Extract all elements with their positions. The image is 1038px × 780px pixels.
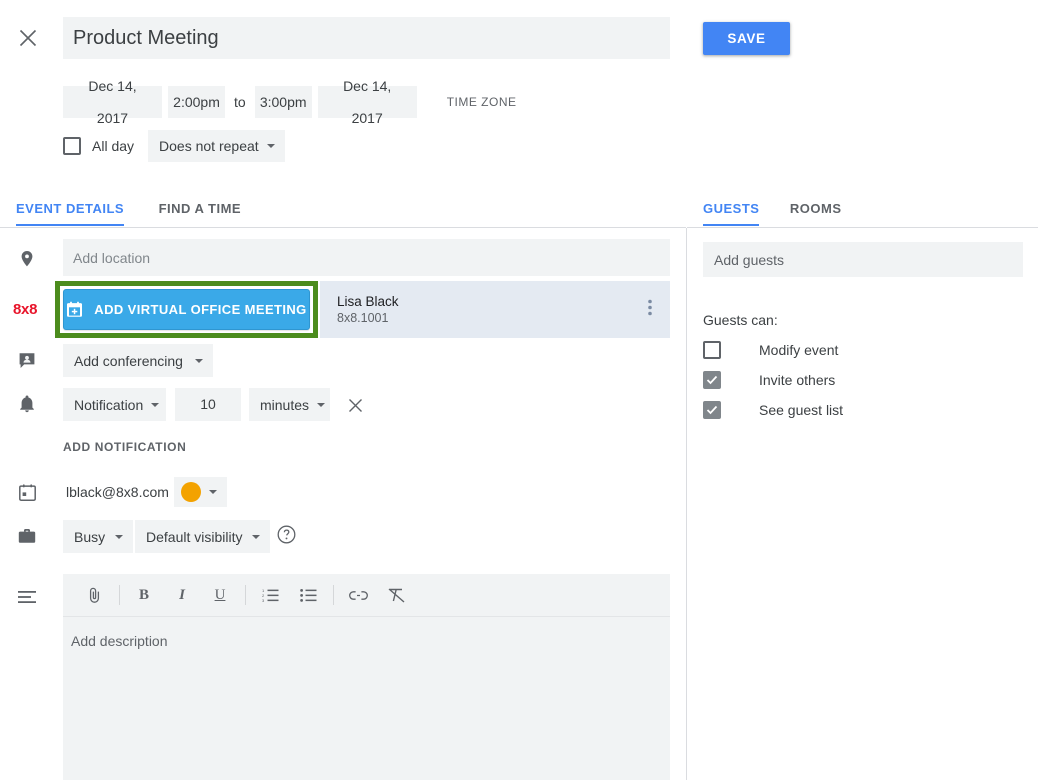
- underline-icon[interactable]: U: [205, 580, 235, 610]
- end-time-field[interactable]: 3:00pm: [255, 86, 312, 118]
- modify-event-label: Modify event: [759, 342, 838, 358]
- event-color-dropdown[interactable]: [174, 477, 227, 507]
- calendar-icon: [16, 481, 38, 503]
- start-date-field[interactable]: Dec 14, 2017: [63, 86, 162, 118]
- location-pin-icon: [16, 248, 38, 270]
- permission-modify-event-row[interactable]: Modify event: [703, 341, 838, 359]
- tab-find-a-time[interactable]: FIND A TIME: [159, 201, 242, 226]
- brand-8x8-logo: 8x8: [13, 301, 37, 318]
- description-toolbar: B I U 1 2 3: [63, 574, 670, 617]
- to-label: to: [225, 94, 255, 110]
- virtual-office-button-label: ADD VIRTUAL OFFICE MEETING: [94, 302, 306, 317]
- clear-formatting-icon[interactable]: [381, 580, 411, 610]
- all-day-label: All day: [92, 138, 134, 154]
- availability-dropdown[interactable]: Busy: [63, 520, 133, 553]
- description-icon: [16, 586, 38, 608]
- bell-icon: [16, 393, 38, 415]
- tab-guests[interactable]: GUESTS: [703, 201, 759, 226]
- notification-type-dropdown[interactable]: Notification: [63, 388, 166, 421]
- chevron-down-icon: [317, 403, 325, 407]
- calendar-owner-email: lblack@8x8.com: [66, 484, 169, 500]
- conferencing-value: Add conferencing: [74, 353, 183, 369]
- add-guests-input[interactable]: [703, 242, 1023, 277]
- toolbar-divider: [333, 585, 334, 605]
- time-zone-button[interactable]: TIME ZONE: [447, 95, 517, 109]
- datetime-row: Dec 14, 2017 2:00pm to 3:00pm Dec 14, 20…: [63, 86, 517, 118]
- chevron-down-icon: [151, 403, 159, 407]
- recurrence-dropdown[interactable]: Does not repeat: [148, 130, 285, 162]
- bold-icon[interactable]: B: [129, 580, 159, 610]
- toolbar-divider: [245, 585, 246, 605]
- contact-name: Lisa Black: [337, 293, 399, 310]
- visibility-value: Default visibility: [146, 529, 242, 545]
- end-date-field[interactable]: Dec 14, 2017: [318, 86, 417, 118]
- contact-overflow-menu-icon[interactable]: [648, 298, 652, 321]
- availability-value: Busy: [74, 529, 105, 545]
- permission-see-guest-list-row[interactable]: See guest list: [703, 401, 843, 419]
- add-virtual-office-meeting-button[interactable]: ADD VIRTUAL OFFICE MEETING: [63, 289, 310, 330]
- guests-panel: Guests can: Modify event Invite others S…: [687, 228, 1038, 780]
- contact-extension: 8x8.1001: [337, 310, 399, 327]
- location-input[interactable]: [63, 239, 670, 276]
- invite-others-label: Invite others: [759, 372, 835, 388]
- event-color-swatch: [181, 482, 201, 502]
- toolbar-divider: [119, 585, 120, 605]
- permission-invite-others-row[interactable]: Invite others: [703, 371, 835, 389]
- invite-others-checkbox[interactable]: [703, 371, 721, 389]
- chevron-down-icon: [209, 490, 217, 494]
- conferencing-icon: [16, 350, 38, 372]
- italic-icon[interactable]: I: [167, 580, 197, 610]
- description-editor: B I U 1 2 3: [63, 574, 670, 780]
- attachment-icon[interactable]: [79, 580, 109, 610]
- event-editor-page: SAVE Dec 14, 2017 2:00pm to 3:00pm Dec 1…: [0, 0, 1038, 780]
- numbered-list-icon[interactable]: 1 2 3: [255, 580, 285, 610]
- notification-amount-input[interactable]: 10: [175, 388, 241, 421]
- see-guest-list-label: See guest list: [759, 402, 843, 418]
- remove-notification-icon[interactable]: [345, 395, 365, 415]
- event-title-input[interactable]: [63, 17, 670, 59]
- notification-type-value: Notification: [74, 397, 143, 413]
- chevron-down-icon: [252, 535, 260, 539]
- contact-row[interactable]: Lisa Black 8x8.1001: [320, 281, 670, 338]
- svg-text:3: 3: [262, 598, 265, 602]
- chevron-down-icon: [115, 535, 123, 539]
- link-icon[interactable]: [343, 580, 373, 610]
- all-day-checkbox[interactable]: [63, 137, 81, 155]
- start-time-field[interactable]: 2:00pm: [168, 86, 225, 118]
- bulleted-list-icon[interactable]: [293, 580, 323, 610]
- conferencing-dropdown[interactable]: Add conferencing: [63, 344, 213, 377]
- event-details-panel: 8x8 ADD VIRTUAL OFFICE MEETING Lisa Blac…: [0, 228, 686, 780]
- guests-can-label: Guests can:: [703, 312, 778, 328]
- calendar-plus-icon: [66, 301, 83, 318]
- chevron-down-icon: [195, 359, 203, 363]
- left-tab-bar: EVENT DETAILS FIND A TIME: [0, 194, 686, 228]
- tab-rooms[interactable]: ROOMS: [790, 201, 842, 226]
- description-placeholder[interactable]: Add description: [63, 617, 670, 649]
- tab-event-details[interactable]: EVENT DETAILS: [16, 201, 124, 226]
- briefcase-icon: [16, 525, 38, 547]
- close-icon[interactable]: [14, 24, 42, 52]
- notification-unit-value: minutes: [260, 397, 309, 413]
- see-guest-list-checkbox[interactable]: [703, 401, 721, 419]
- visibility-dropdown[interactable]: Default visibility: [135, 520, 270, 553]
- add-notification-button[interactable]: ADD NOTIFICATION: [63, 440, 186, 454]
- notification-unit-dropdown[interactable]: minutes: [249, 388, 330, 421]
- help-icon[interactable]: [277, 525, 296, 549]
- chevron-down-icon: [267, 144, 275, 148]
- modify-event-checkbox[interactable]: [703, 341, 721, 359]
- save-button[interactable]: SAVE: [703, 22, 790, 55]
- right-tab-bar: GUESTS ROOMS: [687, 194, 1038, 228]
- recurrence-value: Does not repeat: [159, 138, 259, 154]
- all-day-row: All day Does not repeat: [63, 130, 285, 162]
